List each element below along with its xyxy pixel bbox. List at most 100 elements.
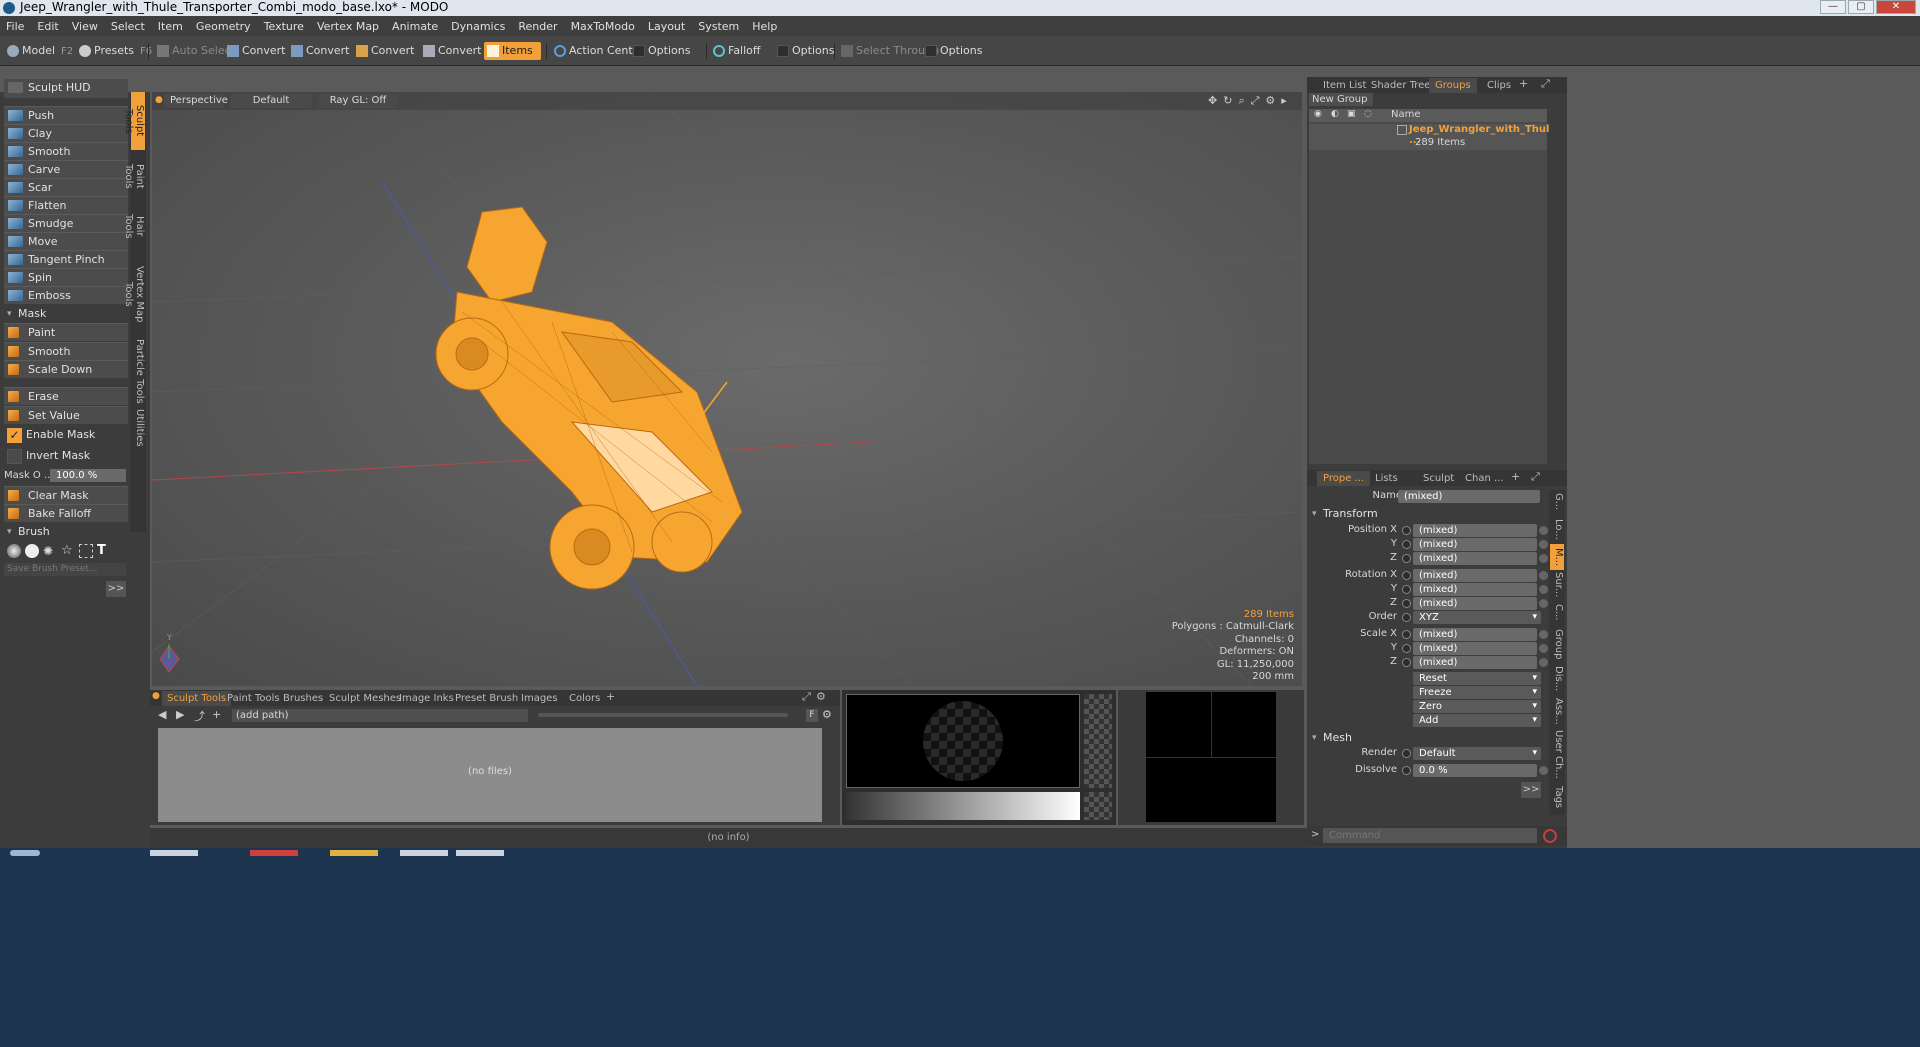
tab-paint-tools[interactable]: Paint Tools bbox=[123, 152, 145, 200]
tab-m[interactable]: M... bbox=[1550, 544, 1564, 570]
start-button-icon[interactable] bbox=[10, 850, 40, 856]
tab-utilities[interactable]: Utilities bbox=[131, 406, 145, 450]
rotation-y-field[interactable]: (mixed) bbox=[1413, 583, 1537, 596]
tab-dis[interactable]: Dis... bbox=[1550, 664, 1564, 694]
tool-flatten[interactable]: Flatten bbox=[4, 196, 128, 214]
texture-preview[interactable] bbox=[1146, 692, 1276, 822]
tool-spin[interactable]: Spin bbox=[4, 268, 128, 286]
select-icon[interactable]: ◌ bbox=[1364, 109, 1372, 119]
properties-more-button[interactable]: >> bbox=[1521, 782, 1541, 798]
soft-brush-icon[interactable] bbox=[7, 544, 21, 558]
position-y-field[interactable]: (mixed) bbox=[1413, 538, 1537, 551]
tab-shader-tree[interactable]: Shader Tree bbox=[1365, 78, 1436, 93]
files-area[interactable]: (no files) bbox=[158, 728, 822, 822]
pan-icon[interactable]: ✥ bbox=[1208, 94, 1217, 108]
panel-menu-icon[interactable]: ● bbox=[152, 691, 160, 701]
maximize-button[interactable]: ▢ bbox=[1848, 0, 1874, 14]
transform-section-header[interactable]: Transform bbox=[1309, 506, 1433, 522]
mesh-section-header[interactable]: Mesh bbox=[1309, 730, 1433, 746]
save-brush-preset-field[interactable]: Save Brush Preset... bbox=[4, 563, 126, 576]
menu-animate[interactable]: Animate bbox=[392, 20, 438, 33]
view-type-dropdown[interactable]: Perspective bbox=[164, 94, 228, 108]
menu-select[interactable]: Select bbox=[111, 20, 145, 33]
mask-paint[interactable]: Paint bbox=[4, 323, 128, 341]
expand-right-icon[interactable]: ▸ bbox=[1281, 94, 1287, 108]
mask-section-header[interactable]: Mask bbox=[4, 306, 128, 322]
convert-button-2[interactable]: Convert bbox=[288, 42, 350, 60]
tab-g[interactable]: G... bbox=[1550, 490, 1564, 514]
taskbar-app-icon[interactable] bbox=[400, 850, 448, 856]
menu-system[interactable]: System bbox=[698, 20, 739, 33]
browser-gear-icon[interactable]: ⚙ bbox=[822, 708, 832, 721]
options-button-1[interactable]: Options bbox=[630, 42, 690, 60]
viewport-menu-icon[interactable]: ● bbox=[155, 95, 163, 105]
maximize-icon[interactable]: ⤢ bbox=[1251, 94, 1260, 108]
tab-c[interactable]: C... bbox=[1550, 600, 1564, 624]
close-button[interactable]: ✕ bbox=[1876, 0, 1916, 14]
tab-properties[interactable]: Prope ... bbox=[1317, 471, 1371, 486]
tool-clay[interactable]: Clay bbox=[4, 124, 128, 142]
options-button-3[interactable]: Options bbox=[922, 42, 982, 60]
options-button-2[interactable]: Options bbox=[774, 42, 834, 60]
position-z-field[interactable]: (mixed) bbox=[1413, 552, 1537, 565]
mask-erase[interactable]: Erase bbox=[4, 387, 128, 405]
rotate-icon[interactable]: ↻ bbox=[1223, 94, 1232, 108]
mask-scale-down[interactable]: Scale Down bbox=[4, 360, 128, 378]
scale-x-field[interactable]: (mixed) bbox=[1413, 628, 1537, 641]
items-mode-button[interactable]: Items bbox=[484, 42, 541, 60]
menu-file[interactable]: File bbox=[6, 20, 24, 33]
convert-button-1[interactable]: Convert bbox=[224, 42, 286, 60]
dissolve-field[interactable]: 0.0 % bbox=[1413, 764, 1537, 777]
command-input[interactable] bbox=[1323, 828, 1537, 843]
invert-mask-toggle[interactable]: Invert Mask bbox=[4, 447, 128, 467]
tab-images[interactable]: Images bbox=[516, 691, 563, 706]
forward-arrow-icon[interactable]: ▶ bbox=[176, 708, 184, 721]
tab-particle-tools[interactable]: Particle Tools bbox=[131, 338, 145, 404]
convert-button-4[interactable]: Convert bbox=[420, 42, 482, 60]
falloff-button[interactable]: Falloff bbox=[710, 42, 760, 60]
record-icon[interactable] bbox=[1543, 829, 1557, 843]
menu-render[interactable]: Render bbox=[518, 20, 557, 33]
menu-maxtomodo[interactable]: MaxToModo bbox=[571, 20, 635, 33]
brush-preview-viewport[interactable] bbox=[846, 694, 1080, 788]
color-swatch[interactable] bbox=[1084, 792, 1112, 820]
tab-preset-brush[interactable]: Preset Brush bbox=[450, 691, 523, 706]
freeze-dropdown[interactable]: Freeze bbox=[1413, 686, 1541, 699]
hard-brush-icon[interactable] bbox=[25, 544, 39, 558]
tab-hair-tools[interactable]: Hair Tools bbox=[123, 202, 145, 250]
path-dropdown[interactable]: (add path) bbox=[232, 709, 528, 722]
add-path-icon[interactable]: + bbox=[212, 708, 221, 721]
raygl-toggle[interactable]: Ray GL: Off bbox=[318, 94, 398, 108]
mask-smooth[interactable]: Smooth bbox=[4, 342, 128, 360]
back-arrow-icon[interactable]: ◀ bbox=[158, 708, 166, 721]
scale-z-field[interactable]: (mixed) bbox=[1413, 656, 1537, 669]
add-tab-icon[interactable]: + bbox=[606, 690, 615, 703]
tab-channels[interactable]: Chan ... bbox=[1459, 471, 1510, 486]
menu-item[interactable]: Item bbox=[158, 20, 183, 33]
settings-gear-icon[interactable]: ⚙ bbox=[816, 690, 826, 703]
settings-gear-icon[interactable]: ⚙ bbox=[1265, 94, 1275, 108]
add-tab-icon[interactable]: + bbox=[1519, 77, 1528, 90]
star-brush-icon[interactable]: ☆ bbox=[61, 544, 75, 558]
group-row[interactable]: Jeep_Wrangler_with_Thul ... 289 Items bbox=[1309, 124, 1549, 150]
tab-lo[interactable]: Lo... bbox=[1550, 516, 1564, 542]
falloff-gradient-strip[interactable] bbox=[846, 792, 1080, 820]
scale-y-field[interactable]: (mixed) bbox=[1413, 642, 1537, 655]
reset-dropdown[interactable]: Reset bbox=[1413, 672, 1541, 685]
tab-sculpt-tools-browser[interactable]: Sculpt Tools bbox=[162, 691, 232, 706]
new-group-button[interactable]: New Group bbox=[1309, 93, 1373, 106]
render-icon[interactable]: ◐ bbox=[1331, 109, 1339, 119]
tool-scar[interactable]: Scar bbox=[4, 178, 128, 196]
taskbar-app-icon[interactable] bbox=[330, 850, 378, 856]
render-dropdown[interactable]: Default bbox=[1413, 747, 1541, 760]
brush-section-header[interactable]: Brush bbox=[4, 524, 128, 540]
minimize-button[interactable]: — bbox=[1820, 0, 1846, 14]
name-field[interactable]: (mixed) bbox=[1398, 490, 1540, 503]
menu-vertex-map[interactable]: Vertex Map bbox=[317, 20, 379, 33]
auto-select-button[interactable]: Auto Select bbox=[154, 42, 235, 60]
tool-smooth[interactable]: Smooth bbox=[4, 142, 128, 160]
add-tab-icon[interactable]: + bbox=[1511, 470, 1520, 483]
thumb-size-slider[interactable] bbox=[538, 713, 788, 717]
order-dropdown[interactable]: XYZ bbox=[1413, 611, 1541, 624]
model-button[interactable]: Model F2 bbox=[4, 42, 73, 60]
